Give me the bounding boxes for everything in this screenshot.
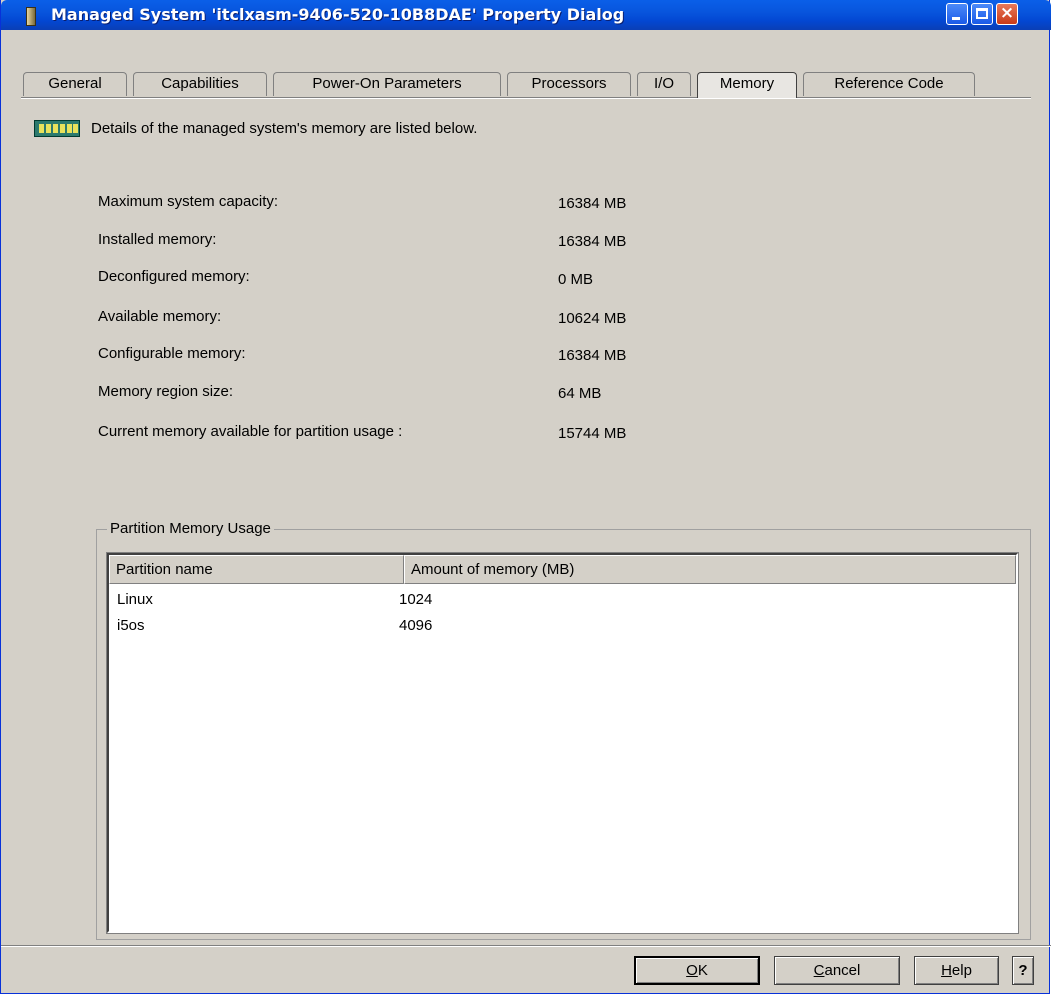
help-mnemonic: H bbox=[941, 962, 952, 979]
ok-button[interactable]: OK bbox=[634, 956, 760, 985]
system-unit-icon bbox=[26, 7, 36, 26]
partition-available-label: Current memory available for partition u… bbox=[98, 423, 403, 440]
table-cell-partition: i5os bbox=[117, 617, 145, 634]
tab-processors[interactable]: Processors bbox=[507, 72, 631, 96]
cancel-label: ancel bbox=[824, 962, 861, 979]
close-icon: × bbox=[999, 3, 1015, 23]
region-size-label: Memory region size: bbox=[98, 383, 234, 400]
installed-memory-value: 16384 MB bbox=[558, 233, 627, 250]
deconfigured-memory-value: 0 MB bbox=[558, 271, 594, 288]
tab-memory[interactable]: Memory bbox=[697, 72, 797, 98]
deconfigured-memory-label: Deconfigured memory: bbox=[98, 268, 250, 285]
group-title: Partition Memory Usage bbox=[107, 520, 274, 537]
title-bar[interactable]: Managed System 'itclxasm-9406-520-10B8DA… bbox=[1, 0, 1051, 30]
tab-io[interactable]: I/O bbox=[637, 72, 691, 96]
table-cell-amount: 4096 bbox=[399, 617, 433, 634]
configurable-memory-value: 16384 MB bbox=[558, 347, 627, 364]
column-header-amount[interactable]: Amount of memory (MB) bbox=[404, 555, 1016, 584]
ok-label: K bbox=[697, 962, 708, 979]
maximize-icon bbox=[976, 8, 988, 19]
property-dialog-window: Managed System 'itclxasm-9406-520-10B8DA… bbox=[0, 0, 1051, 994]
partition-available-value: 15744 MB bbox=[558, 425, 627, 442]
close-button[interactable]: × bbox=[996, 3, 1018, 25]
region-size-value: 64 MB bbox=[558, 385, 602, 402]
partition-memory-table[interactable]: Partition name Amount of memory (MB) Lin… bbox=[106, 552, 1019, 934]
window-title: Managed System 'itclxasm-9406-520-10B8DA… bbox=[51, 5, 625, 24]
table-cell-partition: Linux bbox=[117, 591, 153, 608]
tab-divider-highlight bbox=[21, 98, 1031, 99]
configurable-memory-label: Configurable memory: bbox=[98, 345, 246, 362]
help-button[interactable]: Help bbox=[914, 956, 999, 985]
tab-general[interactable]: General bbox=[23, 72, 127, 96]
minimize-button[interactable] bbox=[946, 3, 968, 25]
footer-divider-highlight bbox=[1, 946, 1051, 947]
memory-module-icon bbox=[34, 120, 80, 137]
help-label: elp bbox=[951, 962, 972, 979]
max-capacity-label: Maximum system capacity: bbox=[98, 193, 279, 210]
column-header-partition-name[interactable]: Partition name bbox=[109, 555, 404, 584]
maximize-button[interactable] bbox=[971, 3, 993, 25]
max-capacity-value: 16384 MB bbox=[558, 195, 627, 212]
intro-text: Details of the managed system's memory a… bbox=[91, 120, 478, 137]
available-memory-label: Available memory: bbox=[98, 308, 222, 325]
tab-reference-code[interactable]: Reference Code bbox=[803, 72, 975, 96]
cancel-mnemonic: C bbox=[813, 962, 825, 979]
installed-memory-label: Installed memory: bbox=[98, 231, 217, 248]
table-cell-amount: 1024 bbox=[399, 591, 433, 608]
ok-mnemonic: O bbox=[686, 962, 698, 979]
minimize-icon bbox=[952, 17, 960, 20]
tab-capabilities[interactable]: Capabilities bbox=[133, 72, 267, 96]
context-help-button[interactable]: ? bbox=[1012, 956, 1034, 985]
tab-power-on-parameters[interactable]: Power-On Parameters bbox=[273, 72, 501, 96]
table-header: Partition name Amount of memory (MB) bbox=[109, 555, 1016, 584]
available-memory-value: 10624 MB bbox=[558, 310, 627, 327]
cancel-button[interactable]: Cancel bbox=[774, 956, 900, 985]
